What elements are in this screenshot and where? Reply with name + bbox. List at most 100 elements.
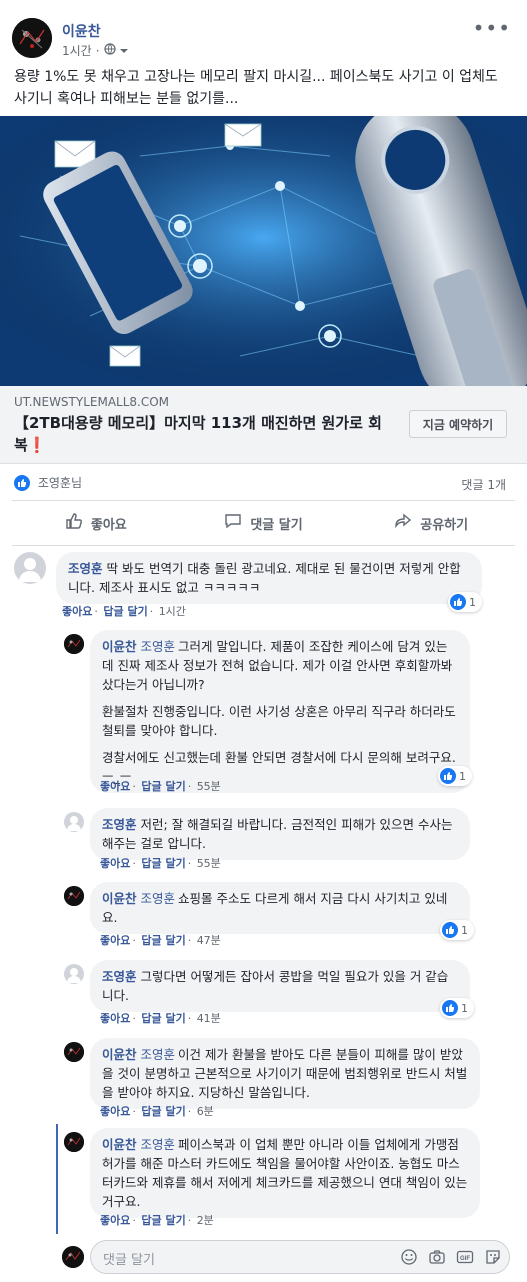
reply-text: 그렇다면 어떻게든 잡아서 콩밥을 먹일 필요가 있을 거 같습니다. — [102, 969, 449, 1003]
reply-author[interactable]: 이윤찬 — [102, 1137, 137, 1152]
reply-time[interactable]: 55분 — [197, 857, 221, 870]
mention-tag[interactable]: 조영훈 — [141, 639, 176, 654]
link-domain: UT.NEWSTYLEMALL8.COM — [14, 395, 170, 409]
more-options-icon[interactable]: ••• — [473, 16, 511, 40]
reply-like-link[interactable]: 좋아요 — [100, 780, 130, 793]
post-meta: 1시간 · — [62, 42, 128, 59]
thumbs-up-icon — [65, 512, 83, 534]
reply-like-link[interactable]: 좋아요 — [100, 1105, 130, 1118]
reply-meta: 좋아요 · 답글 달기 · 2분 — [100, 1214, 214, 1227]
reply-reaction-count[interactable]: 1 — [438, 766, 472, 786]
gif-icon[interactable]: GIF — [456, 1248, 474, 1270]
comment-composer: 댓글 달기 GIF — [62, 1240, 512, 1274]
reply-author[interactable]: 조영훈 — [102, 969, 137, 984]
share-icon — [394, 512, 412, 534]
like-reaction-icon[interactable] — [14, 474, 30, 491]
reply-reaction-count[interactable]: 1 — [440, 998, 474, 1018]
reply-avatar[interactable] — [64, 634, 84, 654]
post-time[interactable]: 1시간 — [62, 42, 92, 59]
reply-avatar[interactable] — [64, 964, 84, 984]
mention-tag[interactable]: 조영훈 — [141, 1047, 176, 1062]
like-reaction-icon — [450, 594, 466, 610]
camera-icon[interactable] — [428, 1248, 446, 1270]
reply-item: 이윤찬 조영훈 페이스북과 이 업체 뿐만 아니라 이들 업체에게 가맹점 허가를 … — [64, 1128, 514, 1228]
reply-like-link[interactable]: 좋아요 — [100, 1214, 130, 1227]
reply-like-link[interactable]: 좋아요 — [100, 857, 130, 870]
globe-icon[interactable] — [103, 43, 116, 58]
reply-bubble: 이윤찬 조영훈 쇼핑몰 주소도 다르게 해서 지금 다시 사기치고 있네요. — [90, 882, 470, 934]
reply-reply-link[interactable]: 답글 달기 — [141, 1214, 185, 1227]
reply-author[interactable]: 이윤찬 — [102, 1047, 137, 1062]
comment-count[interactable]: 댓글 1개 — [461, 476, 506, 493]
reply-meta: 좋아요 · 답글 달기 · 47분 — [100, 934, 221, 947]
comment-button[interactable]: 댓글 달기 — [180, 501, 348, 545]
reply-reply-link[interactable]: 답글 달기 — [141, 780, 185, 793]
reply-avatar[interactable] — [64, 812, 84, 832]
reply-time[interactable]: 41분 — [197, 1012, 221, 1025]
share-label: 공유하기 — [420, 517, 469, 533]
comment-bubble: 조영훈 딱 봐도 번역기 대충 돌린 광고네요. 제대로 된 물건이면 저렇게 안… — [56, 552, 482, 604]
reply-text: 환불절차 진행중입니다. 이런 사기성 상혼은 아무리 직구라 하더라도 철퇴를… — [102, 704, 456, 738]
reply-author[interactable]: 이윤찬 — [102, 891, 137, 906]
comment-like-link[interactable]: 좋아요 — [62, 605, 92, 618]
commenter-name[interactable]: 조영훈 — [68, 561, 103, 576]
reply-avatar[interactable] — [64, 886, 84, 906]
link-title[interactable]: 【2TB대용량 메모리】마지막 113개 매진하면 원가로 회복❗ — [14, 412, 384, 456]
author-name[interactable]: 이윤찬 — [62, 21, 101, 41]
link-preview-image[interactable] — [0, 116, 527, 386]
comment-label: 댓글 달기 — [250, 517, 303, 533]
reply-avatar[interactable] — [64, 1132, 84, 1152]
share-button[interactable]: 공유하기 — [347, 501, 515, 545]
reply-time[interactable]: 2분 — [197, 1214, 214, 1227]
comment-icon — [224, 512, 242, 534]
comment-reaction-count[interactable]: 1 — [448, 592, 482, 612]
post-card: 이윤찬 1시간 · ••• 용량 1%도 못 채우고 고장나는 메모리 팔지 마… — [0, 0, 527, 1282]
reaction-summary: 조영훈님 댓글 1개 — [14, 474, 514, 494]
post-body: 용량 1%도 못 채우고 고장나는 메모리 팔지 마시길... 페이스북도 사기… — [14, 69, 498, 107]
reply-meta: 좋아요 · 답글 달기 · 55분 — [100, 857, 221, 870]
comment-reply-link[interactable]: 답글 달기 — [103, 605, 147, 618]
reply-bubble: 조영훈 그렇다면 어떻게든 잡아서 콩밥을 먹일 필요가 있을 거 같습니다. — [90, 960, 470, 1012]
reply-time[interactable]: 47분 — [197, 934, 221, 947]
like-button[interactable]: 좋아요 — [12, 501, 180, 545]
reply-text: 저런; 잘 해결되길 바랍니다. 금전적인 피해가 있으면 수사는 해주는 걸로… — [102, 817, 453, 851]
dot-separator: · — [95, 43, 100, 58]
sticker-icon[interactable] — [484, 1248, 502, 1270]
reply-item: 이윤찬 조영훈 쇼핑몰 주소도 다르게 해서 지금 다시 사기치고 있네요. 1 좋… — [64, 882, 514, 947]
reply-reply-link[interactable]: 답글 달기 — [141, 1105, 185, 1118]
reply-time[interactable]: 55분 — [197, 780, 221, 793]
reactor-names[interactable]: 조영훈님 — [38, 476, 82, 490]
thread-highlight-bar — [56, 1124, 58, 1234]
reply-item: 이윤찬 조영훈 이건 제가 환불을 받아도 다른 분들이 피해를 많이 받았을 것이… — [64, 1038, 514, 1120]
chevron-down-icon[interactable] — [119, 44, 128, 58]
author-avatar[interactable] — [12, 18, 52, 58]
reply-reply-link[interactable]: 답글 달기 — [141, 934, 185, 947]
commenter-avatar[interactable] — [14, 552, 46, 584]
reply-author[interactable]: 조영훈 — [102, 817, 137, 832]
comment-item: 조영훈 딱 봐도 번역기 대충 돌린 광고네요. 제대로 된 물건이면 저렇게 안… — [14, 552, 514, 622]
mention-tag[interactable]: 조영훈 — [141, 1137, 176, 1152]
reply-item: 조영훈 그렇다면 어떻게든 잡아서 콩밥을 먹일 필요가 있을 거 같습니다. 1… — [64, 960, 514, 1025]
reply-time[interactable]: 6분 — [197, 1105, 214, 1118]
link-preview[interactable]: UT.NEWSTYLEMALL8.COM 【2TB대용량 메모리】마지막 113… — [0, 386, 527, 464]
comment-time[interactable]: 1시간 — [159, 605, 186, 618]
reply-avatar[interactable] — [64, 1042, 84, 1062]
comment-text: 딱 봐도 번역기 대충 돌린 광고네요. 제대로 된 물건이면 저렇게 안합니다… — [68, 561, 461, 595]
like-reaction-icon — [442, 1000, 458, 1016]
reserve-button[interactable]: 지금 예약하기 — [409, 410, 507, 438]
reply-reply-link[interactable]: 답글 달기 — [141, 1012, 185, 1025]
post-header: 이윤찬 1시간 · ••• — [12, 16, 515, 62]
like-label: 좋아요 — [90, 517, 127, 533]
reply-reply-link[interactable]: 답글 달기 — [141, 857, 185, 870]
reply-bubble: 이윤찬 조영훈 페이스북과 이 업체 뿐만 아니라 이들 업체에게 가맹점 허가를 … — [90, 1128, 480, 1218]
reply-meta: 좋아요 · 답글 달기 · 6분 — [100, 1105, 214, 1118]
reply-author[interactable]: 이윤찬 — [102, 639, 137, 654]
reply-item: 이윤찬 조영훈 그러게 말입니다. 제품이 조잡한 케이스에 담겨 있는데 진짜 제… — [64, 630, 514, 795]
reply-reaction-count[interactable]: 1 — [440, 920, 474, 940]
reply-like-link[interactable]: 좋아요 — [100, 934, 130, 947]
emoji-icon[interactable] — [400, 1248, 418, 1270]
reply-like-link[interactable]: 좋아요 — [100, 1012, 130, 1025]
mention-tag[interactable]: 조영훈 — [141, 891, 176, 906]
reply-item: 조영훈 저런; 잘 해결되길 바랍니다. 금전적인 피해가 있으면 수사는 해주는… — [64, 808, 514, 873]
reply-meta: 좋아요 · 답글 달기 · 41분 — [100, 1012, 221, 1025]
